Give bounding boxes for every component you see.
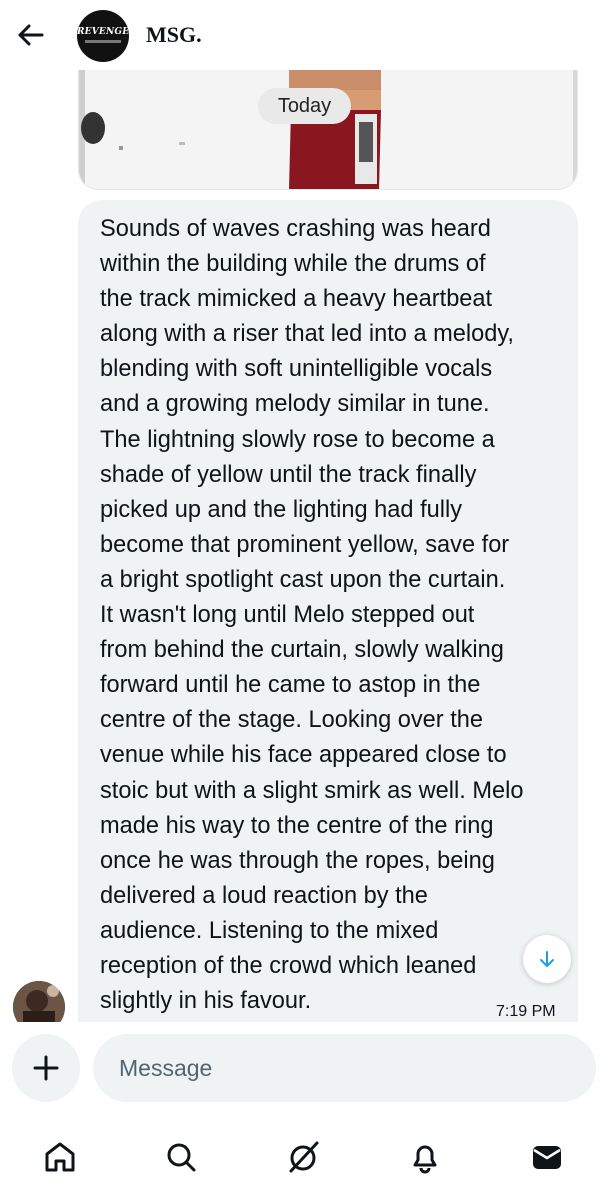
group-avatar[interactable]: REVENGE [77, 10, 129, 62]
plus-icon [33, 1055, 59, 1081]
message-line: along with a riser that led into a melod… [100, 321, 514, 348]
message-line: Sounds of waves crashing was heard [100, 216, 491, 242]
message-line: within the building while the drums of [100, 251, 486, 278]
message-line: It wasn't long until Melo stepped out [100, 602, 475, 629]
message-line: made his way to the centre of the ring [100, 812, 494, 839]
message-line: venue while his face appeared close to [100, 742, 507, 769]
message-line: delivered a loud reaction by the [100, 882, 428, 909]
message-line: a bright spotlight cast upon the curtain… [100, 566, 506, 593]
scroll-to-bottom-button[interactable] [523, 935, 571, 983]
bottom-navigation [0, 1112, 609, 1199]
conversation-title[interactable]: MSG. [146, 22, 202, 48]
date-divider: Today [258, 88, 351, 124]
message-line: slightly in his favour. [100, 988, 312, 1015]
message-line: and a growing melody similar in tune. [100, 391, 490, 418]
message-line: stoic but with a slight smirk as well. M… [100, 777, 524, 804]
home-icon [45, 1142, 75, 1172]
message-line: centre of the stage. Looking over the [100, 707, 483, 734]
logo-underline [85, 40, 121, 43]
search-icon [167, 1143, 196, 1172]
message-line: picked up and the lighting had fully [100, 496, 463, 523]
nav-home[interactable] [40, 1137, 80, 1177]
attach-button[interactable] [12, 1034, 80, 1102]
nav-search[interactable] [161, 1137, 201, 1177]
message-line: The lightning slowly rose to become a [100, 426, 495, 453]
logo-text: REVENGE [77, 27, 129, 37]
nav-notifications[interactable] [405, 1137, 445, 1177]
message-line: from behind the curtain, slowly walking [100, 637, 504, 664]
messages-icon [533, 1146, 561, 1169]
arrow-left-icon [18, 24, 44, 46]
message-line: audience. Listening to the mixed [100, 917, 439, 944]
message-text: Sounds of waves crashing was heard within… [100, 212, 560, 1019]
arrow-down-icon [540, 951, 554, 967]
message-line: blending with soft unintelligible vocals [100, 356, 493, 383]
message-line: once he was through the ropes, being [100, 847, 495, 874]
message-timestamp: 7:19 PM [496, 1003, 556, 1020]
message-line: become that prominent yellow, save for [100, 531, 510, 558]
message-line: shade of yellow until the track finally [100, 461, 477, 488]
nav-grok[interactable] [283, 1137, 323, 1177]
message-input[interactable]: Message [93, 1034, 596, 1102]
message-line: forward until he came to astop in the [100, 672, 481, 699]
conversation-header: REVENGE MSG. [0, 0, 609, 68]
message-line: reception of the crowd which leaned [100, 952, 477, 979]
message-composer: Message [0, 1022, 609, 1112]
message-line: the track mimicked a heavy heartbeat [100, 286, 493, 313]
grok-icon [289, 1141, 319, 1173]
nav-messages[interactable] [527, 1137, 567, 1177]
back-button[interactable] [14, 18, 48, 52]
notifications-icon [413, 1145, 437, 1174]
